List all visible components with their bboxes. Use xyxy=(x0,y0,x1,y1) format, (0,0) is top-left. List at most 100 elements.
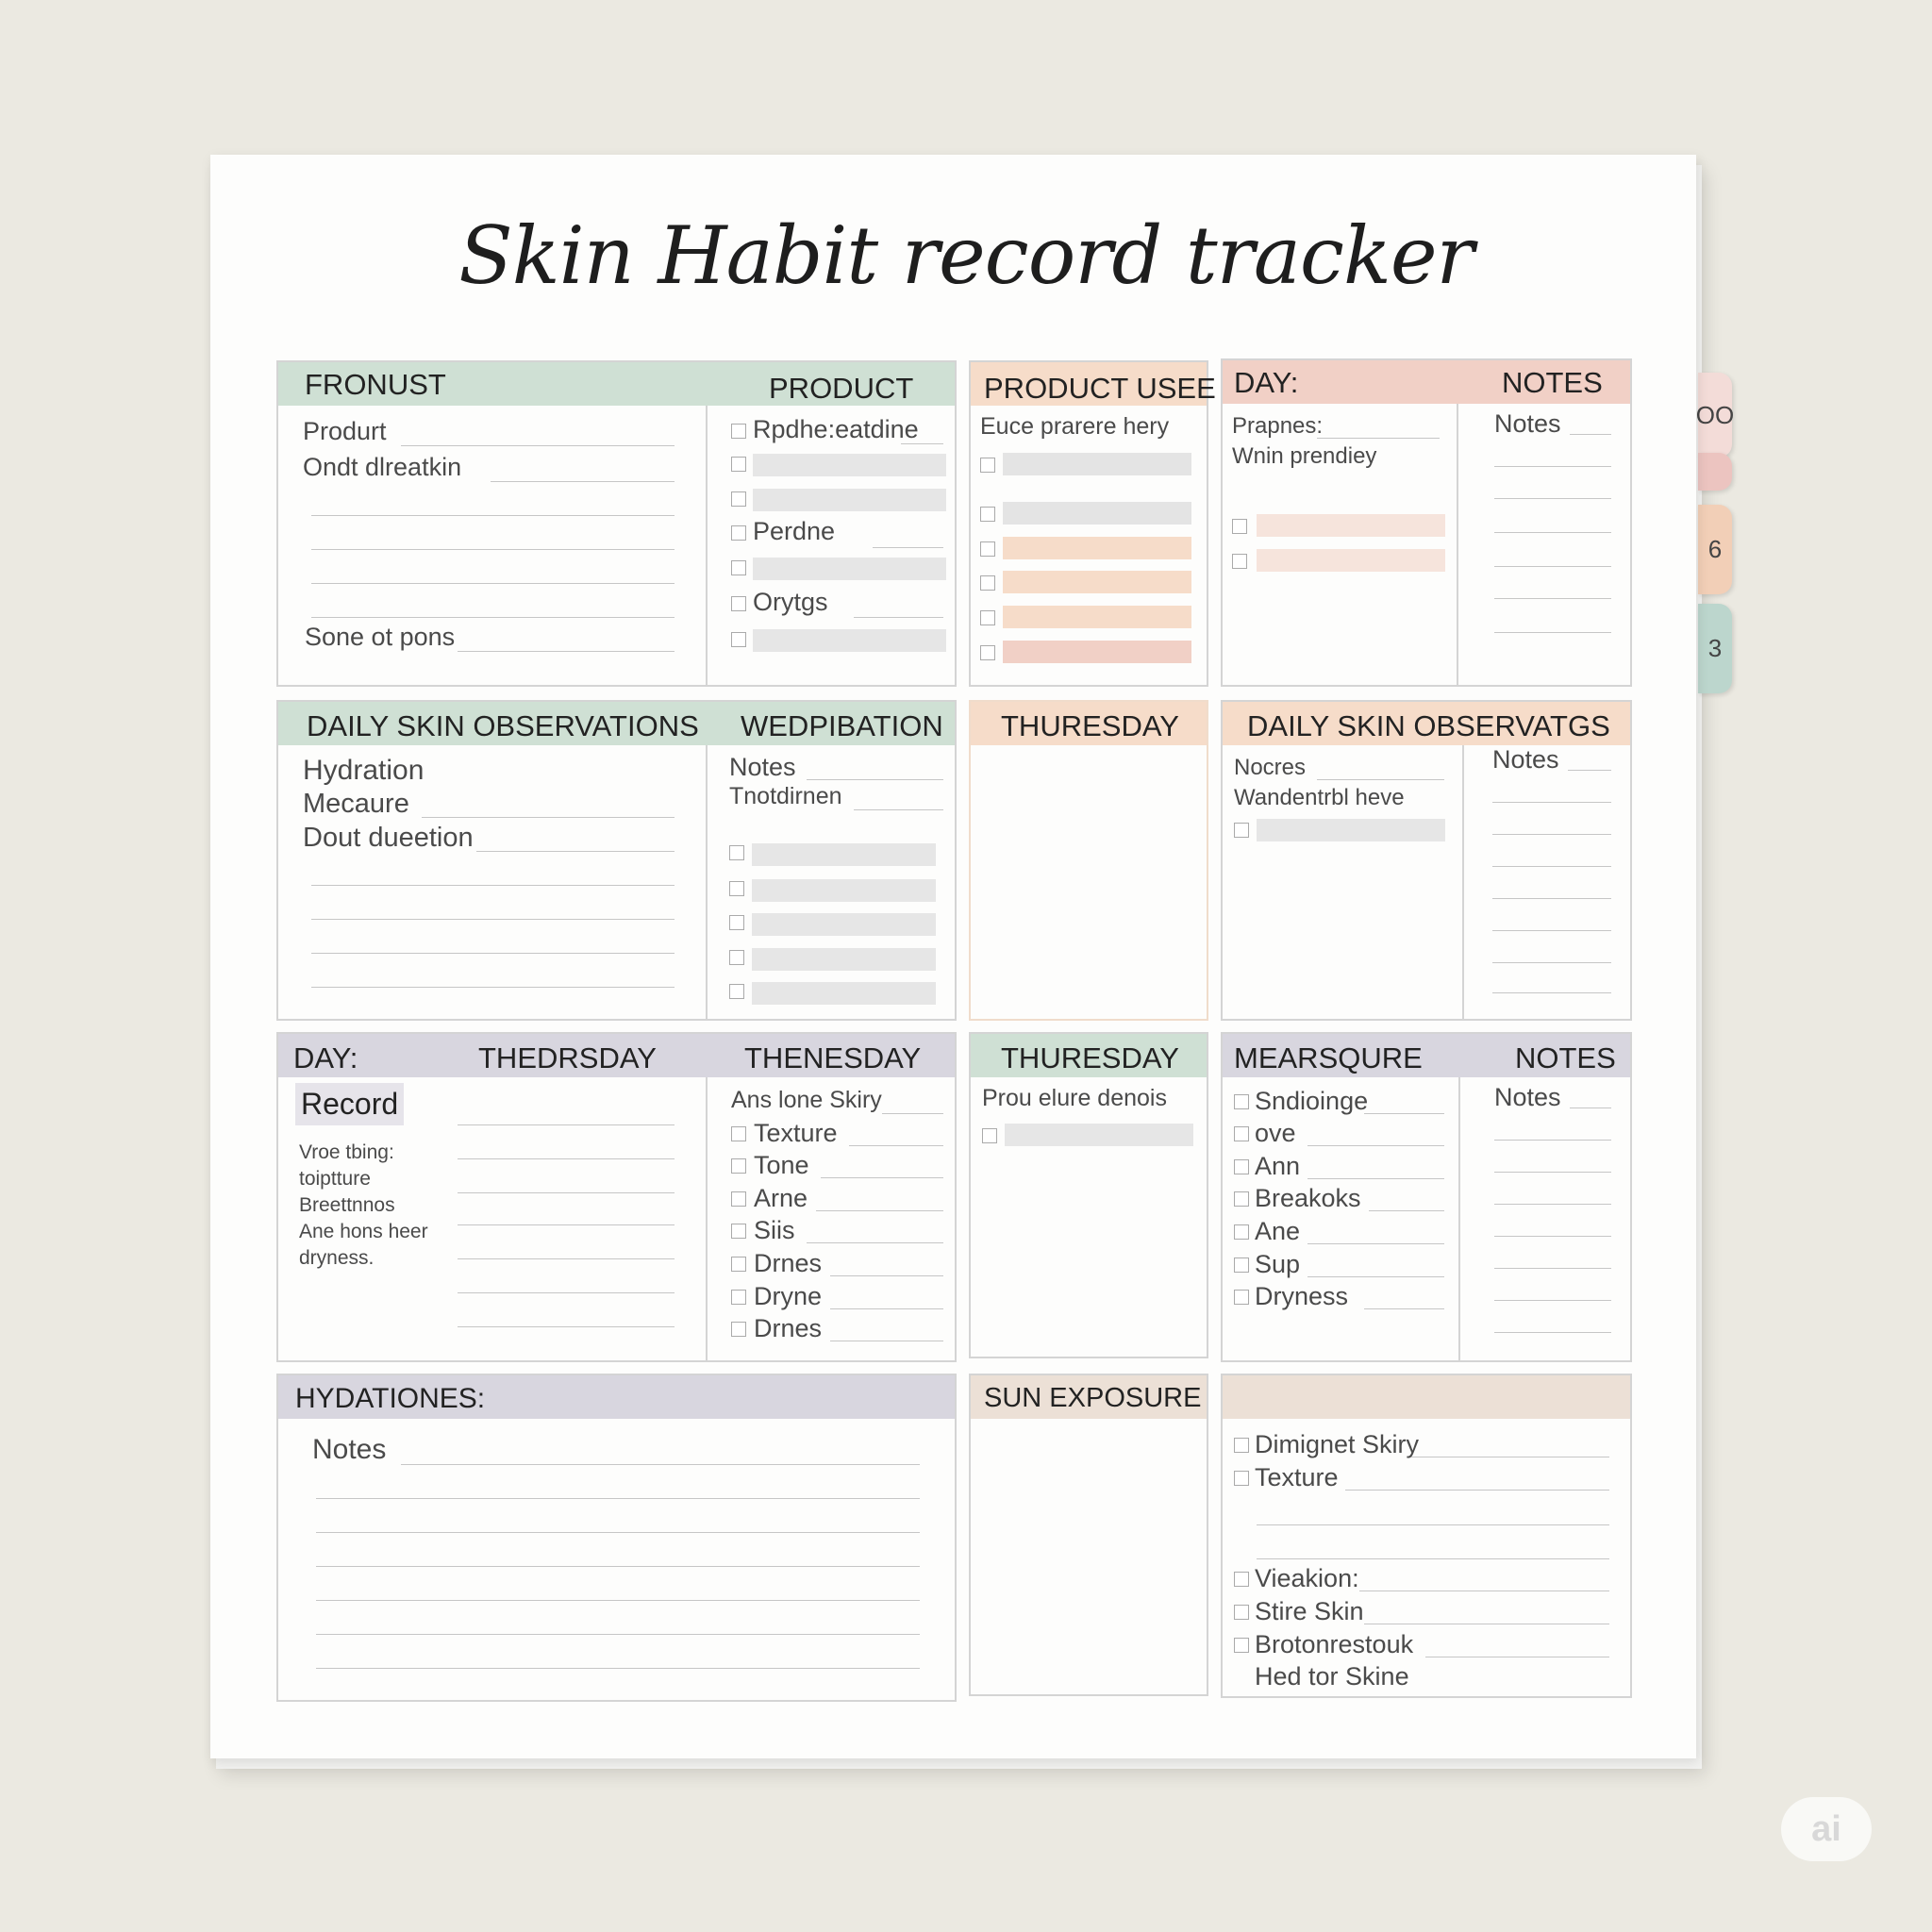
tab-3[interactable]: 6 xyxy=(1698,505,1732,594)
checkbox[interactable] xyxy=(980,610,995,625)
checkbox[interactable] xyxy=(731,457,746,472)
checkbox[interactable] xyxy=(980,645,995,660)
write-line[interactable] xyxy=(1492,898,1611,899)
write-line[interactable] xyxy=(1494,1172,1611,1173)
checkbox[interactable] xyxy=(980,575,995,591)
write-line[interactable] xyxy=(1257,1558,1609,1559)
write-line[interactable] xyxy=(1494,632,1611,633)
checkbox[interactable] xyxy=(1234,1572,1249,1587)
write-line[interactable] xyxy=(807,1242,943,1243)
write-line[interactable] xyxy=(311,987,675,988)
checkbox[interactable] xyxy=(1234,1159,1249,1174)
write-line[interactable] xyxy=(1307,1178,1444,1179)
checkbox[interactable] xyxy=(729,984,744,999)
write-line[interactable] xyxy=(1492,962,1611,963)
write-line[interactable] xyxy=(458,1326,675,1327)
write-line[interactable] xyxy=(1492,802,1611,803)
checkbox[interactable] xyxy=(731,1322,746,1337)
write-line[interactable] xyxy=(1307,1145,1444,1146)
write-line[interactable] xyxy=(1494,532,1611,533)
write-line[interactable] xyxy=(316,1498,920,1499)
checkbox[interactable] xyxy=(729,915,744,930)
write-line[interactable] xyxy=(854,809,943,810)
write-line[interactable] xyxy=(311,583,675,584)
checkbox[interactable] xyxy=(1232,519,1247,534)
write-line[interactable] xyxy=(901,443,943,444)
write-line[interactable] xyxy=(1317,438,1440,439)
checkbox[interactable] xyxy=(731,596,746,611)
write-line[interactable] xyxy=(1494,1332,1611,1333)
checkbox[interactable] xyxy=(731,1257,746,1272)
checkbox[interactable] xyxy=(1232,554,1247,569)
write-line[interactable] xyxy=(873,547,943,548)
write-line[interactable] xyxy=(1494,566,1611,567)
checkbox[interactable] xyxy=(731,632,746,647)
write-line[interactable] xyxy=(1494,1268,1611,1269)
checkbox[interactable] xyxy=(1234,1471,1249,1486)
write-line[interactable] xyxy=(1494,466,1611,467)
write-line[interactable] xyxy=(1369,1210,1444,1211)
write-line[interactable] xyxy=(830,1275,943,1276)
checkbox[interactable] xyxy=(731,424,746,439)
checkbox[interactable] xyxy=(731,491,746,507)
write-line[interactable] xyxy=(1494,498,1611,499)
checkbox[interactable] xyxy=(731,560,746,575)
write-line[interactable] xyxy=(422,817,675,818)
write-line[interactable] xyxy=(458,1258,675,1259)
write-line[interactable] xyxy=(1492,930,1611,931)
write-line[interactable] xyxy=(458,1124,675,1125)
checkbox[interactable] xyxy=(1234,823,1249,838)
checkbox[interactable] xyxy=(1234,1438,1249,1453)
checkbox[interactable] xyxy=(729,845,744,860)
write-line[interactable] xyxy=(1492,866,1611,867)
write-line[interactable] xyxy=(1364,1308,1444,1309)
write-line[interactable] xyxy=(316,1668,920,1669)
tab-1[interactable]: OO xyxy=(1696,373,1734,458)
write-line[interactable] xyxy=(882,1113,943,1114)
write-line[interactable] xyxy=(1345,1490,1609,1491)
checkbox[interactable] xyxy=(1234,1605,1249,1620)
checkbox[interactable] xyxy=(729,881,744,896)
write-line[interactable] xyxy=(476,851,675,852)
checkbox[interactable] xyxy=(980,507,995,522)
write-line[interactable] xyxy=(491,481,675,482)
write-line[interactable] xyxy=(458,1158,675,1159)
write-line[interactable] xyxy=(1570,434,1611,435)
checkbox[interactable] xyxy=(731,1126,746,1141)
write-line[interactable] xyxy=(854,617,943,618)
checkbox[interactable] xyxy=(1234,1191,1249,1207)
write-line[interactable] xyxy=(1492,834,1611,835)
write-line[interactable] xyxy=(316,1566,920,1567)
checkbox[interactable] xyxy=(731,1191,746,1207)
write-line[interactable] xyxy=(458,1192,675,1193)
write-line[interactable] xyxy=(1494,1140,1611,1141)
write-line[interactable] xyxy=(1494,1204,1611,1205)
write-line[interactable] xyxy=(1494,1236,1611,1237)
write-line[interactable] xyxy=(1257,1524,1609,1525)
write-line[interactable] xyxy=(316,1532,920,1533)
write-line[interactable] xyxy=(1492,992,1611,993)
write-line[interactable] xyxy=(816,1210,943,1211)
checkbox[interactable] xyxy=(1234,1126,1249,1141)
write-line[interactable] xyxy=(458,1292,675,1293)
write-line[interactable] xyxy=(401,445,675,446)
checkbox[interactable] xyxy=(1234,1094,1249,1109)
tab-4[interactable]: 3 xyxy=(1698,604,1732,693)
write-line[interactable] xyxy=(458,1224,675,1225)
write-line[interactable] xyxy=(1568,770,1611,771)
write-line[interactable] xyxy=(311,515,675,516)
write-line[interactable] xyxy=(458,651,675,652)
checkbox[interactable] xyxy=(731,525,746,541)
write-line[interactable] xyxy=(1494,598,1611,599)
tab-2[interactable] xyxy=(1698,453,1732,491)
write-line[interactable] xyxy=(1494,1300,1611,1301)
checkbox[interactable] xyxy=(731,1290,746,1305)
write-line[interactable] xyxy=(830,1308,943,1309)
write-line[interactable] xyxy=(1317,779,1444,780)
checkbox[interactable] xyxy=(980,458,995,473)
write-line[interactable] xyxy=(311,885,675,886)
checkbox[interactable] xyxy=(1234,1290,1249,1305)
checkbox[interactable] xyxy=(1234,1224,1249,1240)
write-line[interactable] xyxy=(316,1634,920,1635)
write-line[interactable] xyxy=(1307,1243,1444,1244)
